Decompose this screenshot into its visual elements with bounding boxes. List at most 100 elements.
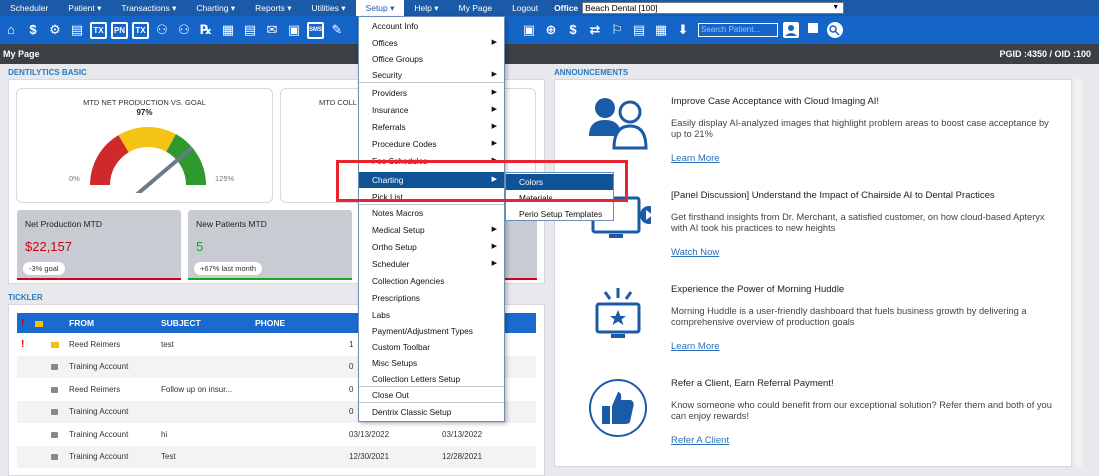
col-from[interactable]: FROM: [65, 313, 157, 333]
menu-item-label: Office Groups: [372, 54, 424, 64]
col-phone[interactable]: PHONE: [251, 313, 345, 333]
from-cell: Training Account: [65, 355, 157, 378]
menu-item-office-groups[interactable]: Office Groups: [359, 51, 504, 67]
announcement-link[interactable]: Refer A Client: [671, 435, 729, 446]
envelope-icon: [51, 454, 58, 461]
submenu-arrow-icon: ▶: [491, 123, 497, 130]
table-row[interactable]: Training Account Test 12/30/2021 12/28/2021: [17, 445, 536, 468]
list-icon[interactable]: ▤: [241, 21, 259, 39]
menu-item-offices[interactable]: Offices ▶: [359, 35, 504, 51]
transfer-icon[interactable]: ⇄: [586, 21, 604, 39]
gauge-segment: [166, 134, 206, 185]
nav-charting[interactable]: Charting ▾: [186, 0, 245, 16]
menu-item-account-info[interactable]: Account Info: [359, 18, 504, 34]
mail-icon[interactable]: ✉: [263, 21, 281, 39]
calendar-icon[interactable]: ▦: [219, 21, 237, 39]
phone-cell: [251, 355, 345, 378]
nav-utilities[interactable]: Utilities ▾: [302, 0, 356, 16]
patient-search-icon[interactable]: [782, 21, 800, 39]
table-row[interactable]: Training Account hi 03/13/2022 03/13/2022: [17, 423, 536, 446]
setup-menu: Account Info Offices ▶ Office Groups Securit…: [358, 16, 505, 422]
menu-item-label: Security: [372, 70, 402, 80]
subject-cell: hi: [161, 429, 168, 439]
billing-icon[interactable]: $: [564, 21, 582, 39]
flag-cell: [17, 445, 31, 468]
announcement-title: Refer a Client, Earn Referral Payment!: [671, 378, 834, 389]
tx-icon[interactable]: TX: [90, 21, 107, 39]
gear-icon[interactable]: ⚙: [46, 21, 64, 39]
tx-plan-icon[interactable]: TX: [132, 21, 149, 39]
menu-item-label: Providers: [372, 88, 408, 98]
flag-icon[interactable]: ⚐: [608, 21, 626, 39]
menu-item-notes-macros[interactable]: Notes Macros: [359, 205, 504, 221]
menu-item-scheduler[interactable]: Scheduler ▶: [359, 256, 504, 272]
nav-help[interactable]: Help ▾: [404, 0, 448, 16]
globe-icon[interactable]: ⊕: [542, 21, 560, 39]
menu-item-label: Medical Setup: [372, 225, 425, 235]
nav-reports[interactable]: Reports ▾: [245, 0, 301, 16]
menu-item-custom-toolbar[interactable]: Custom Toolbar: [359, 339, 504, 355]
stat-value: $22,157: [25, 239, 72, 254]
dentilytics-title: DENTILYTICS BASIC: [8, 68, 87, 77]
prescription-icon[interactable]: ℞: [197, 21, 215, 39]
checkbox-icon[interactable]: [804, 21, 822, 39]
document-icon[interactable]: ▤: [630, 21, 648, 39]
person-add-icon[interactable]: ⚇: [153, 21, 171, 39]
menu-item-dentrix-classic-setup[interactable]: Dentrix Classic Setup: [359, 404, 504, 420]
tooth-icon[interactable]: ▣: [520, 21, 538, 39]
col-subject[interactable]: SUBJECT: [157, 313, 251, 333]
menu-item-prescriptions[interactable]: Prescriptions: [359, 290, 504, 306]
nav-patient[interactable]: Patient ▾: [58, 0, 111, 16]
family-icon[interactable]: ⚇: [175, 21, 193, 39]
download-icon[interactable]: ⬇: [674, 21, 692, 39]
search-patient-input[interactable]: Search Patient...: [698, 23, 778, 37]
nav-setup[interactable]: Setup ▾: [355, 0, 405, 16]
message-icon[interactable]: ▣: [285, 21, 303, 39]
menu-item-insurance[interactable]: Insurance ▶: [359, 102, 504, 118]
submenu-item-perio-setup-templates[interactable]: Perio Setup Templates: [506, 206, 613, 222]
announcement-link[interactable]: Learn More: [671, 153, 720, 164]
people-icon: [589, 98, 648, 150]
menu-item-collection-letters-setup[interactable]: Collection Letters Setup: [359, 371, 504, 387]
nav-transactions[interactable]: Transactions ▾: [111, 0, 186, 16]
envelope-icon: [51, 431, 58, 438]
announcement-link[interactable]: Learn More: [671, 341, 720, 352]
pn-icon[interactable]: PN: [111, 21, 128, 39]
gauge-segment: [90, 135, 129, 185]
menu-item-providers[interactable]: Providers ▶: [359, 85, 504, 101]
office-select[interactable]: Beach Dental [100] ▼: [582, 2, 845, 14]
main-toolbar: ⌂ $ ⚙ ▤ TX PN TX ⚇ ⚇ ℞ ▦ ▤ ✉ ▣ SMS ✎ ▣ ⊕…: [0, 16, 1099, 44]
home-icon[interactable]: ⌂: [2, 21, 20, 39]
announcements-scrollbar[interactable]: [1074, 79, 1082, 467]
menu-item-labs[interactable]: Labs: [359, 307, 504, 323]
nav-scheduler[interactable]: Scheduler: [0, 0, 58, 16]
chevron-down-icon: ▼: [832, 4, 840, 11]
menu-item-close-out[interactable]: Close Out: [359, 387, 504, 403]
menu-item-payment-adjustment-types[interactable]: Payment/Adjustment Types: [359, 323, 504, 339]
sms-icon[interactable]: SMS: [307, 21, 324, 39]
menu-item-security[interactable]: Security ▶: [359, 67, 504, 83]
printer-icon[interactable]: ▦: [652, 21, 670, 39]
menu-item-collection-agencies[interactable]: Collection Agencies: [359, 273, 504, 289]
dollar-icon[interactable]: $: [24, 21, 42, 39]
nav-my-page[interactable]: My Page: [449, 0, 503, 16]
menu-item-medical-setup[interactable]: Medical Setup ▶: [359, 222, 504, 238]
menu-item-procedure-codes[interactable]: Procedure Codes ▶: [359, 136, 504, 152]
nav-logout[interactable]: Logout: [502, 0, 548, 16]
submenu-arrow-icon: ▶: [491, 260, 497, 267]
gauge-dial: [90, 127, 206, 193]
date-cell: 03/13/2022: [349, 429, 390, 439]
people-search-icon[interactable]: [826, 21, 844, 39]
edit-icon[interactable]: ✎: [328, 21, 346, 39]
announcement-item: Improve Case Acceptance with Cloud Imagi…: [555, 96, 1071, 186]
announcement-link[interactable]: Watch Now: [671, 247, 719, 258]
menu-item-label: Close Out: [372, 390, 409, 400]
page-ids: PGID :4350 / OID :100: [999, 49, 1091, 59]
chart-icon[interactable]: ▤: [68, 21, 86, 39]
envelope-icon: [51, 409, 58, 416]
flag-cell: [17, 378, 31, 401]
menu-item-misc-setups[interactable]: Misc Setups: [359, 355, 504, 371]
menu-item-referrals[interactable]: Referrals ▶: [359, 119, 504, 135]
flag-cell: [17, 355, 31, 378]
menu-item-ortho-setup[interactable]: Ortho Setup ▶: [359, 239, 504, 255]
